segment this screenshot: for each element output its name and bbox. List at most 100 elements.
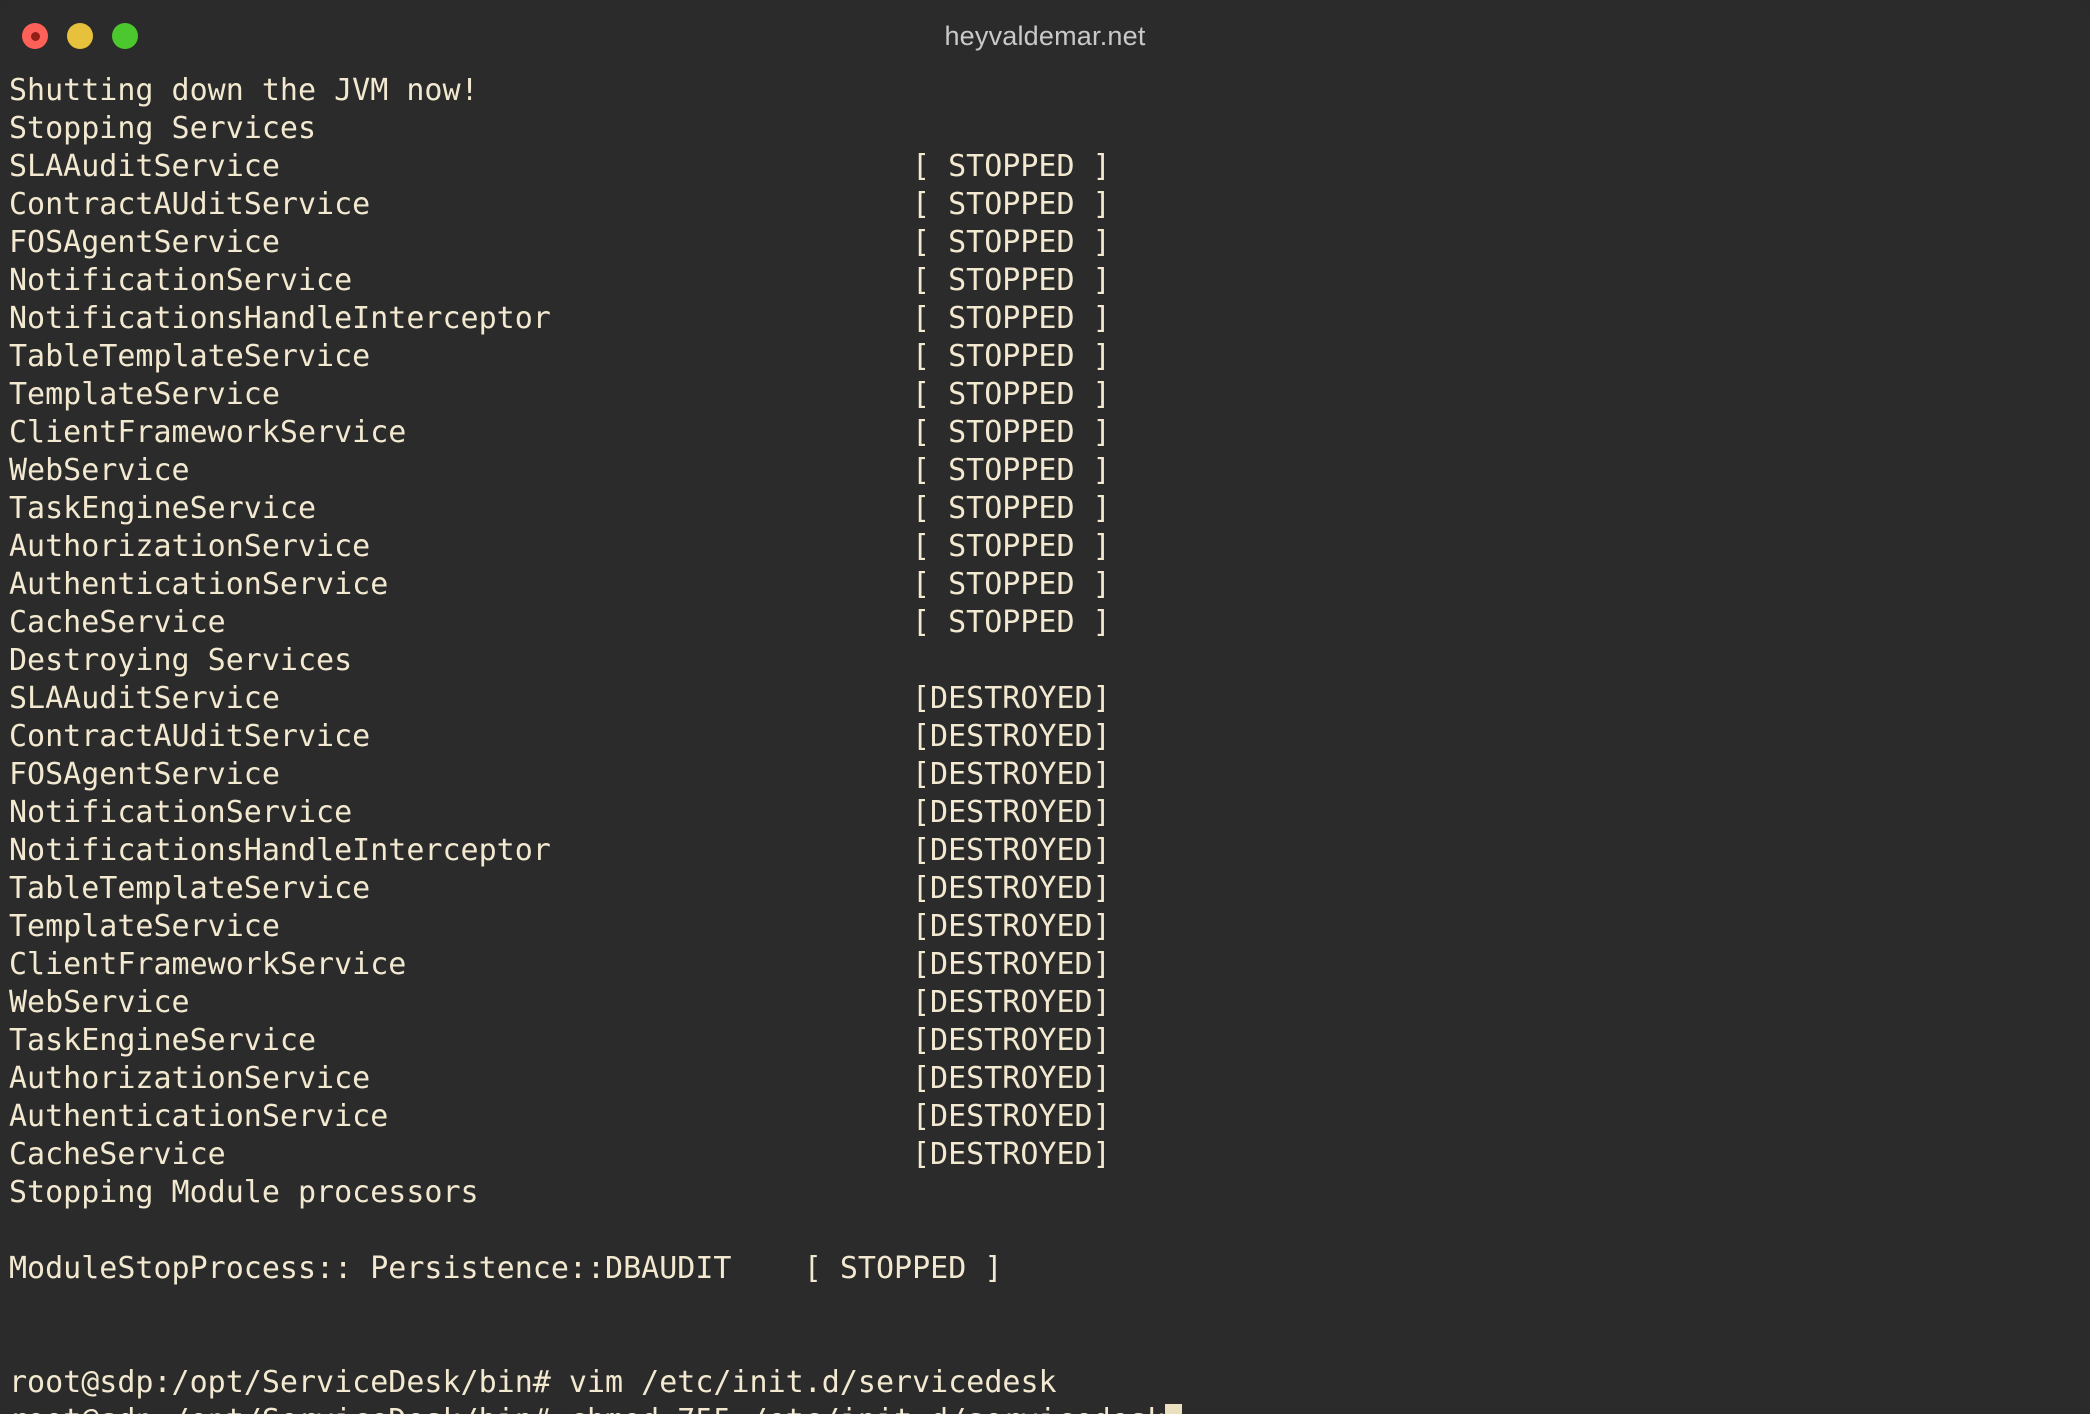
service-status: [ STOPPED ] [912, 491, 1111, 526]
service-status: [ STOPPED ] [912, 567, 1111, 602]
service-destroyed-row: TaskEngineService [DESTROYED] [9, 1022, 2090, 1060]
service-name: NotificationsHandleInterceptor [9, 833, 551, 868]
service-stopped-row: WebService [ STOPPED ] [9, 452, 2090, 490]
service-status: [DESTROYED] [912, 719, 1111, 754]
service-destroyed-row: AuthenticationService [DESTROYED] [9, 1098, 2090, 1136]
shell-prompt: root@sdp:/opt/ServiceDesk/bin# [9, 1403, 569, 1414]
service-destroyed-row: ContractAUditService [DESTROYED] [9, 718, 2090, 756]
service-status: [ STOPPED ] [912, 301, 1111, 336]
service-name: AuthorizationService [9, 1061, 371, 1096]
service-status: [DESTROYED] [912, 1023, 1111, 1058]
service-stopped-row: TaskEngineService [ STOPPED ] [9, 490, 2090, 528]
service-name: CacheService [9, 1137, 226, 1172]
shell-command: vim /etc/init.d/servicedesk [568, 1365, 1057, 1400]
prompt-line: root@sdp:/opt/ServiceDesk/bin# chmod 755… [9, 1402, 2090, 1414]
service-status: [ STOPPED ] [912, 149, 1111, 184]
service-stopped-row: SLAAuditService [ STOPPED ] [9, 148, 2090, 186]
service-destroyed-row: SLAAuditService [DESTROYED] [9, 680, 2090, 718]
service-destroyed-row: NotificationService [DESTROYED] [9, 794, 2090, 832]
service-name: AuthenticationService [9, 1099, 389, 1134]
service-status: [ STOPPED ] [912, 453, 1111, 488]
service-destroyed-row: TableTemplateService [DESTROYED] [9, 870, 2090, 908]
service-stopped-row: NotificationService [ STOPPED ] [9, 262, 2090, 300]
service-stopped-row: AuthorizationService [ STOPPED ] [9, 528, 2090, 566]
module-stop-row: ModuleStopProcess:: Persistence::DBAUDIT… [9, 1251, 1003, 1286]
service-status: [DESTROYED] [912, 795, 1111, 830]
service-name: AuthenticationService [9, 567, 389, 602]
terminal-output[interactable]: Shutting down the JVM now! Stopping Servi… [0, 72, 2090, 1414]
terminal-header-line: Stopping Services [9, 111, 317, 146]
service-status: [ STOPPED ] [912, 187, 1111, 222]
prompt-line: root@sdp:/opt/ServiceDesk/bin# vim /etc/… [9, 1364, 2090, 1402]
service-status: [ STOPPED ] [912, 339, 1111, 374]
service-name: TemplateService [9, 909, 280, 944]
service-destroyed-row: TemplateService [DESTROYED] [9, 908, 2090, 946]
window-titlebar: heyvaldemar.net [0, 0, 2090, 72]
service-status: [DESTROYED] [912, 1099, 1111, 1134]
service-name: AuthorizationService [9, 529, 371, 564]
maximize-window-button[interactable] [112, 23, 138, 49]
service-name: ContractAUditService [9, 719, 371, 754]
service-status: [ STOPPED ] [912, 529, 1111, 564]
service-name: NotificationsHandleInterceptor [9, 301, 551, 336]
service-name: SLAAuditService [9, 149, 280, 184]
service-stopped-row: ContractAUditService [ STOPPED ] [9, 186, 2090, 224]
service-status: [DESTROYED] [912, 909, 1111, 944]
service-name: WebService [9, 453, 190, 488]
service-name: ClientFrameworkService [9, 947, 407, 982]
terminal-lines: Shutting down the JVM now! Stopping Servi… [9, 72, 2090, 1414]
service-status: [ STOPPED ] [912, 415, 1111, 450]
service-destroyed-row: AuthorizationService [DESTROYED] [9, 1060, 2090, 1098]
service-status: [DESTROYED] [912, 1137, 1111, 1172]
service-name: NotificationService [9, 263, 353, 298]
service-name: CacheService [9, 605, 226, 640]
service-stopped-row: ClientFrameworkService [ STOPPED ] [9, 414, 2090, 452]
service-destroyed-row: FOSAgentService [DESTROYED] [9, 756, 2090, 794]
service-status: [DESTROYED] [912, 871, 1111, 906]
service-stopped-row: TemplateService [ STOPPED ] [9, 376, 2090, 414]
service-name: TemplateService [9, 377, 280, 412]
service-stopped-row: NotificationsHandleInterceptor [ STOPPED … [9, 300, 2090, 338]
service-name: ContractAUditService [9, 187, 371, 222]
service-status: [ STOPPED ] [912, 377, 1111, 412]
service-status: [ STOPPED ] [912, 263, 1111, 298]
stopping-modules-header: Stopping Module processors [9, 1175, 479, 1210]
service-status: [DESTROYED] [912, 757, 1111, 792]
service-name: FOSAgentService [9, 757, 280, 792]
terminal-window: heyvaldemar.net Shutting down the JVM no… [0, 0, 2090, 1414]
window-controls [22, 23, 138, 49]
service-name: TaskEngineService [9, 1023, 317, 1058]
service-status: [DESTROYED] [912, 985, 1111, 1020]
service-status: [ STOPPED ] [912, 605, 1111, 640]
service-destroyed-row: WebService [DESTROYED] [9, 984, 2090, 1022]
service-status: [DESTROYED] [912, 833, 1111, 868]
service-name: TableTemplateService [9, 339, 371, 374]
service-stopped-row: CacheService [ STOPPED ] [9, 604, 2090, 642]
service-name: SLAAuditService [9, 681, 280, 716]
service-name: TaskEngineService [9, 491, 317, 526]
window-title: heyvaldemar.net [944, 20, 1146, 51]
service-stopped-row: FOSAgentService [ STOPPED ] [9, 224, 2090, 262]
text-cursor [1164, 1404, 1182, 1414]
terminal-header-line: Shutting down the JVM now! [9, 73, 479, 108]
service-status: [ STOPPED ] [912, 225, 1111, 260]
service-name: ClientFrameworkService [9, 415, 407, 450]
service-status: [DESTROYED] [912, 947, 1111, 982]
service-stopped-row: AuthenticationService [ STOPPED ] [9, 566, 2090, 604]
service-name: TableTemplateService [9, 871, 371, 906]
shell-command: chmod 755 /etc/init.d/servicedesk [569, 1403, 1165, 1414]
minimize-window-button[interactable] [67, 23, 93, 49]
service-destroyed-row: ClientFrameworkService [DESTROYED] [9, 946, 2090, 984]
shell-prompt: root@sdp:/opt/ServiceDesk/bin# [9, 1365, 569, 1400]
service-status: [DESTROYED] [912, 681, 1111, 716]
service-destroyed-row: CacheService [DESTROYED] [9, 1136, 2090, 1174]
destroying-services-header: Destroying Services [9, 643, 353, 678]
service-name: WebService [9, 985, 190, 1020]
service-name: FOSAgentService [9, 225, 280, 260]
service-destroyed-row: NotificationsHandleInterceptor [DESTROYED… [9, 832, 2090, 870]
service-stopped-row: TableTemplateService [ STOPPED ] [9, 338, 2090, 376]
close-window-button[interactable] [22, 23, 48, 49]
